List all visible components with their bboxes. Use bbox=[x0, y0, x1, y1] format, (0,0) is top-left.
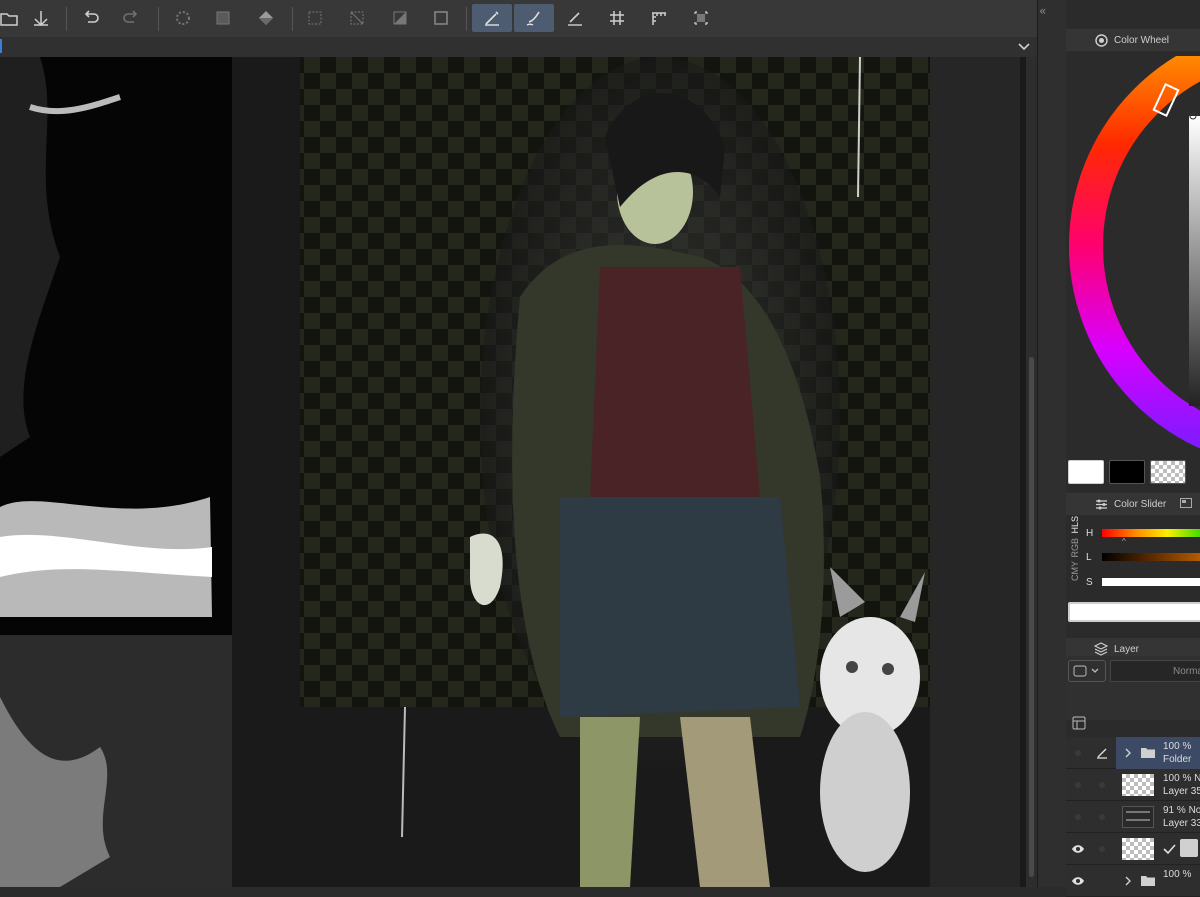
checkmark-icon[interactable] bbox=[1162, 842, 1176, 860]
layer-color-dropdown[interactable] bbox=[1068, 660, 1106, 682]
lightness-slider-row: L bbox=[1086, 550, 1100, 564]
layer-title: Layer bbox=[1114, 643, 1140, 655]
chevron-right-icon[interactable] bbox=[1124, 874, 1132, 892]
pen-edit-icon[interactable] bbox=[1094, 745, 1110, 761]
saturation-slider-row: S bbox=[1086, 575, 1100, 589]
eye-icon[interactable] bbox=[1070, 841, 1086, 857]
layer-thumbnail bbox=[1122, 806, 1154, 828]
tab-hls[interactable]: HLS bbox=[1070, 516, 1080, 534]
chevron-right-icon[interactable] bbox=[1124, 746, 1132, 764]
hue-slider[interactable] bbox=[1102, 529, 1200, 537]
selection-border-icon[interactable] bbox=[426, 4, 456, 32]
tab-rgb[interactable]: RGB bbox=[1070, 538, 1080, 558]
current-color-field[interactable] bbox=[1068, 602, 1200, 622]
fill-bucket-icon[interactable] bbox=[251, 4, 281, 32]
color-slider-header[interactable]: Color Slider bbox=[1066, 493, 1200, 515]
save-icon[interactable] bbox=[26, 4, 56, 32]
layer-opacity: 100 % bbox=[1163, 869, 1192, 880]
color-model-tabs: HLS RGB CMY bbox=[1068, 516, 1082, 606]
tab-cmy[interactable]: CMY bbox=[1070, 561, 1080, 581]
collapse-dock-icon[interactable]: « bbox=[1039, 4, 1046, 18]
layer-row[interactable]: 100 % Folder bbox=[1066, 737, 1200, 769]
main-color-swatch[interactable] bbox=[1068, 460, 1104, 484]
visibility-toggle[interactable] bbox=[1070, 809, 1086, 825]
layer-row[interactable]: 100 % bbox=[1066, 865, 1200, 897]
lightness-label: L bbox=[1086, 551, 1092, 563]
brush-ruler-icon[interactable] bbox=[514, 4, 554, 32]
sub-color-swatch[interactable] bbox=[1109, 460, 1145, 484]
reference-layer-icon[interactable] bbox=[1180, 839, 1198, 857]
saturation-slider[interactable] bbox=[1102, 578, 1200, 586]
lock-toggle[interactable] bbox=[1094, 777, 1110, 793]
color-wheel-icon bbox=[1094, 33, 1108, 47]
lock-toggle[interactable] bbox=[1094, 841, 1110, 857]
layer-opacity: 91 % No bbox=[1163, 805, 1200, 816]
layer-settings-icon[interactable] bbox=[1072, 716, 1086, 735]
layer-row[interactable]: 91 % No Layer 33 bbox=[1066, 801, 1200, 833]
layer-row[interactable] bbox=[1066, 833, 1200, 865]
layer-row[interactable]: 100 % N Layer 35 bbox=[1066, 769, 1200, 801]
visibility-toggle[interactable] bbox=[1070, 745, 1086, 761]
spinner-icon[interactable] bbox=[168, 4, 198, 32]
color-wheel[interactable] bbox=[1066, 56, 1200, 456]
layers-icon bbox=[1094, 642, 1108, 656]
layer-thumbnail bbox=[1122, 838, 1154, 860]
layer-opacity: 100 % N bbox=[1163, 773, 1200, 784]
redo-icon[interactable] bbox=[116, 4, 146, 32]
lightness-slider[interactable] bbox=[1102, 553, 1200, 561]
layer-list: 100 % Folder 100 % N Layer 35 91 % No La… bbox=[1066, 737, 1200, 897]
grid-icon[interactable] bbox=[602, 4, 632, 32]
active-tab-marker bbox=[0, 39, 2, 53]
canvas-tab-bar bbox=[0, 37, 1037, 58]
layer-label: 91 % No Layer 33 bbox=[1163, 804, 1200, 830]
undo-icon[interactable] bbox=[76, 4, 106, 32]
ruler-pen-icon[interactable] bbox=[472, 4, 512, 32]
canvas[interactable] bbox=[0, 57, 1037, 887]
visibility-toggle[interactable] bbox=[1070, 777, 1086, 793]
artwork-canvas bbox=[0, 57, 1037, 887]
layer-name: Folder bbox=[1163, 754, 1192, 765]
scrollbar-thumb[interactable] bbox=[1029, 357, 1034, 877]
saturation-label: S bbox=[1086, 576, 1093, 588]
lock-toggle[interactable] bbox=[1094, 809, 1110, 825]
hue-label: H bbox=[1086, 527, 1094, 539]
color-slider-title: Color Slider bbox=[1114, 498, 1167, 510]
deselect-icon[interactable] bbox=[342, 4, 372, 32]
transform-icon[interactable] bbox=[208, 4, 238, 32]
transparent-color-swatch[interactable] bbox=[1150, 460, 1186, 484]
layer-label: 100 % N Layer 35 bbox=[1163, 772, 1200, 798]
layer-thumbnail bbox=[1122, 774, 1154, 796]
crop-marks-icon[interactable] bbox=[686, 4, 716, 32]
color-wheel-title: Color Wheel bbox=[1114, 34, 1170, 46]
folder-icon bbox=[1140, 745, 1156, 764]
selection-icon[interactable] bbox=[300, 4, 330, 32]
color-wheel-header[interactable]: Color Wheel bbox=[1066, 29, 1200, 51]
canvas-vertical-scrollbar[interactable] bbox=[1026, 57, 1037, 887]
layer-name: Layer 33 bbox=[1163, 818, 1200, 829]
layer-name: Layer 35 bbox=[1163, 786, 1200, 797]
ruler-icon[interactable] bbox=[644, 4, 674, 32]
layer-label: 100 % Folder bbox=[1163, 740, 1191, 766]
blend-mode-select[interactable]: Norma bbox=[1110, 660, 1200, 682]
hue-slider-row: H bbox=[1086, 526, 1100, 540]
hue-slider-handle[interactable]: ^ bbox=[1122, 537, 1126, 546]
pen-grid-icon[interactable] bbox=[560, 4, 590, 32]
panel-tab-icon[interactable] bbox=[1180, 497, 1193, 511]
layer-opacity: 100 % bbox=[1163, 741, 1192, 752]
open-folder-icon[interactable] bbox=[0, 4, 24, 32]
layer-label: 100 % bbox=[1163, 868, 1191, 881]
invert-selection-icon[interactable] bbox=[385, 4, 415, 32]
chevron-down-icon[interactable] bbox=[1014, 37, 1034, 57]
sliders-icon bbox=[1094, 497, 1108, 511]
command-bar bbox=[0, 0, 1037, 38]
folder-icon bbox=[1140, 873, 1156, 892]
